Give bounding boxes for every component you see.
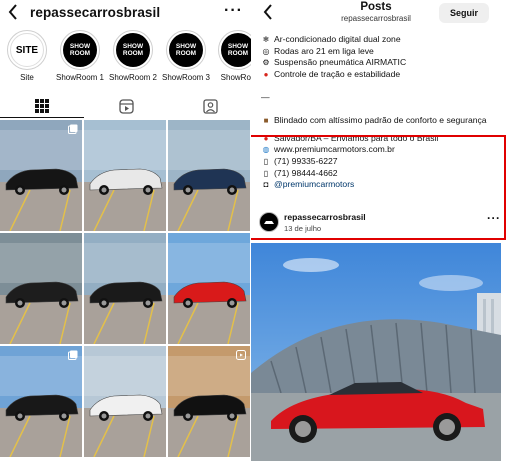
post-photo[interactable] [251, 243, 501, 461]
highlight-cover-text: SHOW ROOM [169, 33, 203, 67]
follow-button[interactable]: Seguir [439, 3, 489, 23]
phone-icon: ▯ [263, 156, 269, 166]
grid-post[interactable] [0, 120, 82, 231]
caption-separator: — [261, 91, 270, 102]
caption-text: Blindado com altíssimo padrão de confort… [274, 115, 487, 126]
reels-icon [118, 98, 134, 114]
grid-post[interactable] [84, 346, 166, 457]
pin-icon: ● [263, 133, 269, 143]
caption-line: ■ Blindado com altíssimo padrão de confor… [261, 115, 503, 127]
highlight-cover: SHOW ROOM [218, 30, 251, 70]
website-link[interactable]: www.premiumcarmotors.com.br [274, 144, 395, 156]
gear-icon: ⚙ [262, 58, 270, 68]
highlight-cover-text: SHOW ROOM [63, 33, 97, 67]
post-author-row: repassecarrosbrasil 13 de julho ··· [259, 210, 503, 238]
grid-post[interactable] [0, 233, 82, 344]
post-header: Posts repassecarrosbrasil Seguir [251, 0, 509, 30]
profile-username: repassecarrosbrasil [30, 5, 161, 20]
caption-text: Suspensão pneumática AIRMATIC [274, 57, 407, 68]
reel-icon [236, 350, 246, 360]
globe-icon: ◍ [262, 145, 270, 155]
mention-link[interactable]: @premiumcarmotors [274, 179, 354, 191]
phone-number[interactable]: (71) 99335-6227 [274, 156, 338, 168]
camera-icon: ◘ [263, 180, 269, 190]
caption-line: ⚙ Suspensão pneumática AIRMATIC [261, 57, 503, 69]
caption-text: Controle de tração e estabilidade [274, 68, 401, 79]
carousel-icon [68, 350, 78, 360]
highlight-showroom-1[interactable]: SHOW ROOM ShowRoom 1 [55, 30, 105, 82]
tab-tagged[interactable] [168, 94, 251, 118]
back-icon[interactable] [8, 4, 24, 24]
caption-line: ◍ www.premiumcarmotors.com.br [261, 144, 503, 156]
caption-line: ◘ @premiumcarmotors [261, 179, 503, 191]
profile-tabs [0, 94, 251, 118]
snowflake-icon: ❄ [262, 35, 270, 44]
highlight-cover-text: SHOW ROOM [221, 33, 251, 67]
grid-icon [35, 98, 49, 113]
phone-icon: ▯ [263, 168, 269, 178]
more-options-icon[interactable]: ··· [224, 2, 243, 20]
highlight-site[interactable]: SITE Site [2, 30, 52, 82]
profile-pane: repassecarrosbrasil ··· SITE Site SHOW R… [0, 0, 251, 461]
grid-post[interactable] [0, 346, 82, 457]
caption-text: Ar-condicionado digital dual zone [274, 34, 401, 44]
highlight-showroom-3[interactable]: SHOW ROOM ShowRoom 3 [161, 30, 211, 82]
highlight-label: ShowRoom 2 [108, 73, 158, 82]
wheel-icon: ◎ [262, 46, 270, 56]
avatar[interactable] [259, 212, 279, 232]
grid-post[interactable] [168, 346, 250, 457]
highlight-showroom-2[interactable]: SHOW ROOM ShowRoom 2 [108, 30, 158, 82]
caption-line: ▯ (71) 99335-6227 [261, 156, 503, 168]
phone-number[interactable]: (71) 98444-4662 [274, 168, 338, 180]
profile-header: repassecarrosbrasil ··· [0, 0, 251, 30]
tab-posts[interactable] [0, 94, 84, 118]
carousel-icon [68, 124, 78, 134]
grid-post[interactable] [168, 120, 250, 231]
caption-line: ▯ (71) 98444-4662 [261, 168, 503, 180]
caption-line: ◎ Rodas aro 21 em liga leve [261, 46, 503, 58]
grid-post[interactable] [84, 120, 166, 231]
post-date: 13 de julho [284, 224, 322, 233]
author-username[interactable]: repassecarrosbrasil [284, 212, 366, 222]
story-highlights: SITE Site SHOW ROOM ShowRoom 1 SHOW ROOM… [0, 30, 251, 86]
post-detail-pane: Posts repassecarrosbrasil Seguir ❄ Ar-con… [251, 0, 509, 461]
briefcase-icon: ■ [263, 116, 269, 126]
tagged-person-icon [202, 98, 218, 114]
red-circle-icon: ● [263, 69, 269, 79]
tab-reels[interactable] [84, 94, 168, 118]
highlight-cover-text: SHOW ROOM [116, 33, 150, 67]
highlight-showroom-4[interactable]: SHOW ROOM ShowRoo [213, 30, 251, 82]
posts-grid [0, 120, 251, 461]
highlight-label: ShowRoo [220, 73, 251, 82]
caption-line: ● Salvador/BA – Enviamos para todo o Bras… [261, 133, 503, 145]
highlight-label: ShowRoom 1 [55, 73, 105, 82]
highlight-cover-text: SITE [10, 33, 44, 67]
highlight-label: ShowRoom 3 [161, 73, 211, 82]
more-options-icon[interactable]: ··· [487, 211, 501, 225]
highlight-cover: SHOW ROOM [166, 30, 206, 70]
post-caption: ❄ Ar-condicionado digital dual zone ◎ Roda… [261, 34, 503, 191]
highlight-cover: SITE [7, 30, 47, 70]
grid-post[interactable] [84, 233, 166, 344]
highlight-cover: SHOW ROOM [60, 30, 100, 70]
highlight-cover: SHOW ROOM [113, 30, 153, 70]
caption-text: Rodas aro 21 em liga leve [274, 45, 374, 56]
grid-post[interactable] [168, 233, 250, 344]
caption-text: Salvador/BA – Enviamos para todo o Brasi… [274, 132, 439, 143]
highlight-label: Site [20, 73, 34, 82]
caption-line: ● Controle de tração e estabilidade [261, 69, 503, 81]
caption-line: ❄ Ar-condicionado digital dual zone [261, 34, 503, 46]
